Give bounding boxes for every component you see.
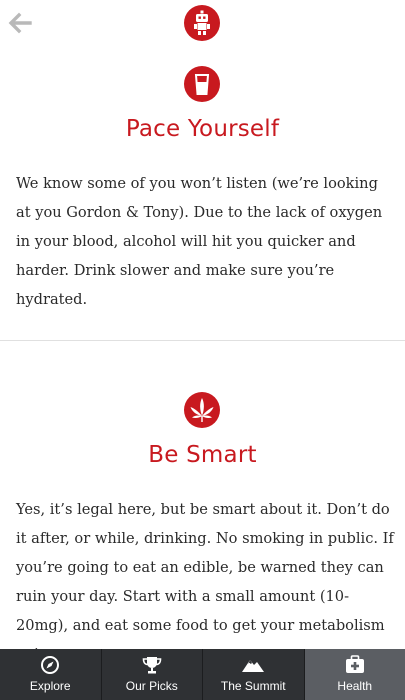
mountain-icon [242, 655, 265, 675]
tab-label: Explore [29, 679, 71, 693]
tab-bar: Explore Our Picks The Summit Health [0, 649, 405, 700]
tab-explore[interactable]: Explore [0, 649, 102, 700]
back-arrow-icon[interactable] [6, 10, 34, 36]
glass-icon [184, 66, 220, 102]
tab-label: The Summit [220, 679, 286, 693]
tab-label: Health [337, 679, 373, 693]
section-body: Yes, it’s legal here, but be smart about… [16, 501, 394, 663]
tab-health[interactable]: Health [304, 649, 405, 700]
cannabis-leaf-icon [184, 392, 220, 428]
first-aid-icon [344, 655, 366, 675]
tab-our-picks[interactable]: Our Picks [102, 649, 203, 700]
divider [0, 340, 405, 341]
tab-label: Our Picks [125, 679, 178, 693]
top-bar [0, 0, 405, 44]
section-body: We know some of you won’t listen (we’re … [16, 175, 383, 308]
trophy-icon [141, 655, 163, 675]
section-title: Be Smart [148, 442, 257, 468]
robot-logo-icon [184, 5, 220, 41]
section-title: Pace Yourself [125, 116, 280, 142]
compass-icon [39, 655, 61, 675]
tab-the-summit[interactable]: The Summit [203, 649, 305, 700]
